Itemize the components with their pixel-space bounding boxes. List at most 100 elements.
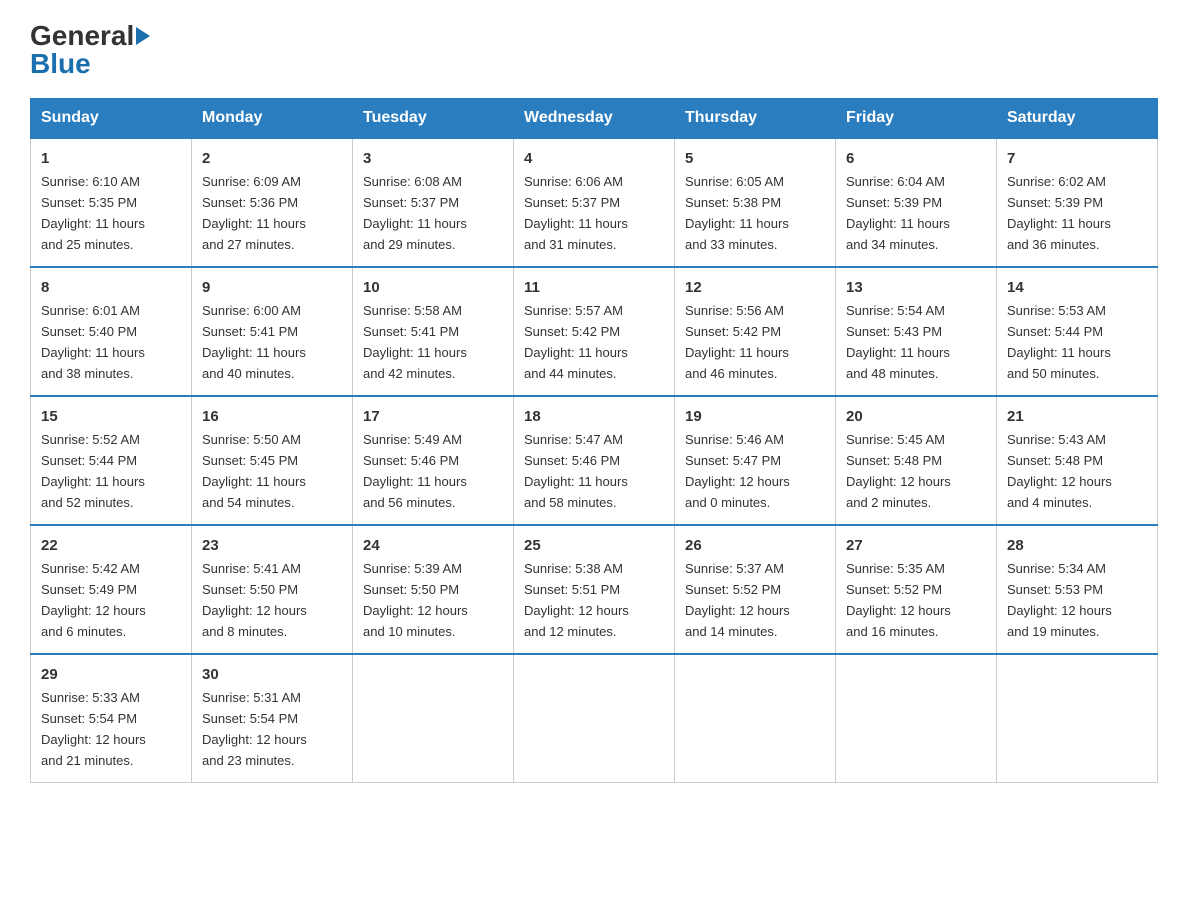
calendar-cell: 21Sunrise: 5:43 AMSunset: 5:48 PMDayligh… [997, 396, 1158, 525]
day-number: 15 [41, 405, 181, 428]
calendar-cell: 6Sunrise: 6:04 AMSunset: 5:39 PMDaylight… [836, 138, 997, 267]
calendar-cell: 23 Sunrise: 5:41 AM Sunset: 5:50 PM Dayligh… [192, 525, 353, 654]
day-info-line: Daylight: 12 hours [202, 603, 307, 618]
day-info-line: Daylight: 12 hours [1007, 474, 1112, 489]
day-info-line: and 34 minutes. [846, 237, 939, 252]
day-info-line: Sunset: 5:54 PM [202, 711, 298, 726]
calendar-cell: 25Sunrise: 5:38 AMSunset: 5:51 PMDayligh… [514, 525, 675, 654]
calendar-cell [675, 654, 836, 782]
day-info-line: Daylight: 12 hours [363, 603, 468, 618]
calendar-cell: 15Sunrise: 5:52 AMSunset: 5:44 PMDayligh… [31, 396, 192, 525]
day-number: 2 [202, 147, 342, 170]
day-info-line: Daylight: 12 hours [846, 474, 951, 489]
day-info-line: Sunrise: 6:10 AM [41, 174, 140, 189]
day-info-line: Sunset: 5:42 PM [524, 324, 620, 339]
day-info-line: Sunrise: 5:31 AM [202, 690, 301, 705]
day-info-line: Sunrise: 5:38 AM [524, 561, 623, 576]
day-info-line: Sunset: 5:40 PM [41, 324, 137, 339]
calendar-cell: 9Sunrise: 6:00 AMSunset: 5:41 PMDaylight… [192, 267, 353, 396]
day-info-line: Sunset: 5:47 PM [685, 453, 781, 468]
calendar-cell [836, 654, 997, 782]
day-info-line: Sunrise: 6:05 AM [685, 174, 784, 189]
calendar-day-header: Friday [836, 99, 997, 139]
day-info-line: Sunset: 5:44 PM [1007, 324, 1103, 339]
calendar-cell: 8Sunrise: 6:01 AMSunset: 5:40 PMDaylight… [31, 267, 192, 396]
day-info-line: Sunrise: 6:00 AM [202, 303, 301, 318]
day-info-line: Sunrise: 5:45 AM [846, 432, 945, 447]
day-info-line: Sunset: 5:41 PM [363, 324, 459, 339]
day-info-line: Sunset: 5:46 PM [363, 453, 459, 468]
day-info-line: Daylight: 11 hours [685, 345, 789, 360]
day-info-line: Sunset: 5:36 PM [202, 195, 298, 210]
day-info-line: Daylight: 11 hours [41, 474, 145, 489]
calendar-cell [514, 654, 675, 782]
day-info-line: Daylight: 12 hours [41, 732, 146, 747]
calendar-cell [997, 654, 1158, 782]
day-info-line: Daylight: 11 hours [524, 474, 628, 489]
day-info-line: Sunset: 5:44 PM [41, 453, 137, 468]
calendar-cell: 5Sunrise: 6:05 AMSunset: 5:38 PMDaylight… [675, 138, 836, 267]
day-info-line: and 29 minutes. [363, 237, 456, 252]
day-info-line: Sunrise: 5:35 AM [846, 561, 945, 576]
calendar-cell: 19Sunrise: 5:46 AMSunset: 5:47 PMDayligh… [675, 396, 836, 525]
day-info-line: and 16 minutes. [846, 624, 939, 639]
day-info-line: Sunrise: 6:06 AM [524, 174, 623, 189]
day-info-line: Sunset: 5:35 PM [41, 195, 137, 210]
day-info-line: Sunrise: 6:01 AM [41, 303, 140, 318]
day-info-line: Daylight: 12 hours [524, 603, 629, 618]
day-number: 14 [1007, 276, 1147, 299]
day-info-line: Sunset: 5:42 PM [685, 324, 781, 339]
day-info-line: Sunset: 5:52 PM [685, 582, 781, 597]
calendar-cell: 2Sunrise: 6:09 AMSunset: 5:36 PMDaylight… [192, 138, 353, 267]
day-number: 17 [363, 405, 503, 428]
calendar-cell [353, 654, 514, 782]
day-info-line: Sunrise: 5:56 AM [685, 303, 784, 318]
day-info-line: Daylight: 12 hours [1007, 603, 1112, 618]
day-info-line: Sunset: 5:52 PM [846, 582, 942, 597]
day-info-line: and 31 minutes. [524, 237, 617, 252]
day-number: 6 [846, 147, 986, 170]
calendar-day-header: Wednesday [514, 99, 675, 139]
day-info-line: Sunset: 5:37 PM [363, 195, 459, 210]
day-info-line: Daylight: 12 hours [846, 603, 951, 618]
day-info-line: Sunrise: 5:49 AM [363, 432, 462, 447]
day-info-line: Sunrise: 5:43 AM [1007, 432, 1106, 447]
day-info-line: Sunrise: 5:47 AM [524, 432, 623, 447]
day-number: 19 [685, 405, 825, 428]
calendar-cell: 14Sunrise: 5:53 AMSunset: 5:44 PMDayligh… [997, 267, 1158, 396]
day-info-line: and 23 minutes. [202, 753, 295, 768]
day-info-line: Sunrise: 5:37 AM [685, 561, 784, 576]
day-info-line: Sunset: 5:43 PM [846, 324, 942, 339]
day-info-line: Daylight: 12 hours [685, 603, 790, 618]
day-info-line: Sunrise: 5:42 AM [41, 561, 140, 576]
calendar-day-header: Tuesday [353, 99, 514, 139]
day-info-line: Sunset: 5:48 PM [846, 453, 942, 468]
day-info-line: Sunrise: 5:41 AM [202, 561, 301, 576]
day-number: 30 [202, 663, 342, 686]
calendar-cell: 26Sunrise: 5:37 AMSunset: 5:52 PMDayligh… [675, 525, 836, 654]
day-info-line: Sunrise: 6:08 AM [363, 174, 462, 189]
calendar-cell: 24Sunrise: 5:39 AMSunset: 5:50 PMDayligh… [353, 525, 514, 654]
logo-arrow-icon [136, 27, 150, 45]
day-number: 22 [41, 534, 181, 557]
calendar-cell: 30Sunrise: 5:31 AMSunset: 5:54 PMDayligh… [192, 654, 353, 782]
day-number: 18 [524, 405, 664, 428]
day-number: 20 [846, 405, 986, 428]
logo-blue: Blue [30, 48, 91, 80]
day-info-line: and 36 minutes. [1007, 237, 1100, 252]
day-info-line: Sunrise: 6:09 AM [202, 174, 301, 189]
day-number: 11 [524, 276, 664, 299]
day-info-line: Sunset: 5:50 PM [202, 582, 298, 597]
day-info-line: and 33 minutes. [685, 237, 778, 252]
day-info-line: Daylight: 11 hours [41, 345, 145, 360]
day-number: 23 [202, 534, 342, 557]
calendar-cell: 7Sunrise: 6:02 AMSunset: 5:39 PMDaylight… [997, 138, 1158, 267]
day-number: 10 [363, 276, 503, 299]
calendar-cell: 27Sunrise: 5:35 AMSunset: 5:52 PMDayligh… [836, 525, 997, 654]
day-info-line: and 40 minutes. [202, 366, 295, 381]
day-info-line: and 58 minutes. [524, 495, 617, 510]
day-info-line: and 44 minutes. [524, 366, 617, 381]
calendar-day-header: Monday [192, 99, 353, 139]
day-info-line: Daylight: 12 hours [685, 474, 790, 489]
day-info-line: Sunset: 5:39 PM [846, 195, 942, 210]
